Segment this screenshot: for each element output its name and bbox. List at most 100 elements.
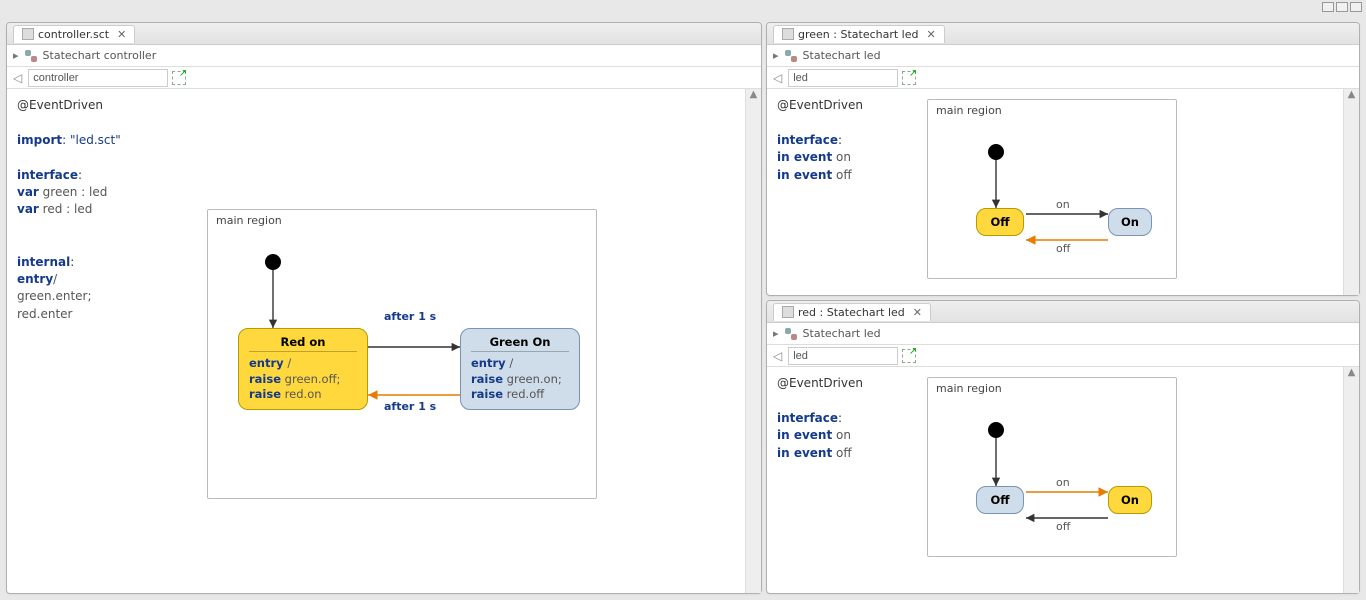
breadcrumb-arrow-icon: ▸ [773, 49, 779, 62]
state-on[interactable]: On [1108, 208, 1152, 236]
kw-interface: interface [17, 168, 78, 182]
entry-line2: red.enter [17, 306, 177, 323]
kw-import: import [17, 133, 62, 147]
state-off[interactable]: Off [976, 486, 1024, 514]
breadcrumb-arrow-icon: ▸ [773, 327, 779, 340]
state-off[interactable]: Off [976, 208, 1024, 236]
kw-in-event: in event [777, 428, 832, 442]
state-title: Off [989, 493, 1011, 507]
outline-filter-input[interactable] [28, 69, 168, 87]
breadcrumb-label: Statechart led [803, 327, 881, 340]
transition-on-label: on [1056, 198, 1070, 211]
arrows-overlay [928, 378, 1178, 558]
scroll-up-icon: ▲ [746, 89, 761, 100]
definition-panel[interactable]: @EventDriven interface: in event on in e… [767, 89, 917, 295]
editor-controller: controller.sct ✕ ▸ Statechart controller… [6, 22, 762, 594]
statechart-icon [25, 50, 37, 62]
annotation-eventdriven: @EventDriven [17, 97, 177, 114]
tabbar: red : Statechart led ✕ [767, 301, 1359, 323]
breadcrumb-label: Statechart controller [43, 49, 157, 62]
initial-node-icon [265, 254, 281, 270]
new-wizard-icon[interactable] [902, 349, 916, 363]
back-icon[interactable]: ◁ [771, 71, 784, 85]
kw-colon: : [78, 168, 82, 182]
tab-close-icon[interactable]: ✕ [913, 306, 922, 319]
state-on[interactable]: On [1108, 486, 1152, 514]
breadcrumb-label: Statechart led [803, 49, 881, 62]
transition-bottom-label: after 1 s [384, 400, 436, 413]
kw-in-event: in event [777, 168, 832, 182]
kw-entry: entry [17, 272, 53, 286]
tab-controller[interactable]: controller.sct ✕ [13, 25, 135, 43]
state-body: entry / raise green.on; raise red.off [471, 356, 569, 403]
definition-panel[interactable]: @EventDriven import: "led.sct" interface… [7, 89, 187, 593]
breadcrumb[interactable]: ▸ Statechart controller [7, 45, 761, 67]
state-body: entry / raise green.off; raise red.on [249, 356, 357, 403]
tab-red[interactable]: red : Statechart led ✕ [773, 303, 931, 321]
transition-off-label: off [1056, 520, 1070, 533]
breadcrumb[interactable]: ▸ Statechart led [767, 323, 1359, 345]
statechart-icon [785, 50, 797, 62]
annotation-eventdriven: @EventDriven [777, 97, 907, 114]
editor-content: @EventDriven interface: in event on in e… [767, 89, 1359, 295]
tabbar: green : Statechart led ✕ [767, 23, 1359, 45]
outline-toolbar: ◁ [7, 67, 761, 89]
tab-title: controller.sct [38, 28, 109, 41]
import-value: : "led.sct" [62, 133, 121, 147]
transition-top-label: after 1 s [384, 310, 436, 323]
tab-close-icon[interactable]: ✕ [117, 28, 126, 41]
definition-panel[interactable]: @EventDriven interface: in event on in e… [767, 367, 917, 593]
maximize-icon[interactable] [1336, 2, 1348, 12]
tab-close-icon[interactable]: ✕ [926, 28, 935, 41]
kw-in-event: in event [777, 446, 832, 460]
new-wizard-icon[interactable] [172, 71, 186, 85]
state-green-on[interactable]: Green On entry / raise green.on; raise r… [460, 328, 580, 410]
minimize-icon[interactable] [1322, 2, 1334, 12]
new-wizard-icon[interactable] [902, 71, 916, 85]
outline-toolbar: ◁ [767, 345, 1359, 367]
outline-filter-input[interactable] [788, 347, 898, 365]
vertical-scrollbar[interactable]: ▲ [1343, 89, 1359, 295]
diagram-canvas[interactable]: main region on off Off On [917, 367, 1343, 593]
document-icon [782, 28, 794, 40]
vertical-scrollbar[interactable]: ▲ [745, 89, 761, 593]
state-title: On [1121, 493, 1139, 507]
kw-interface: interface [777, 133, 838, 147]
statechart-icon [785, 328, 797, 340]
document-icon [782, 306, 794, 318]
diagram-canvas[interactable]: main region on off Off On [917, 89, 1343, 295]
outline-toolbar: ◁ [767, 67, 1359, 89]
state-red-on[interactable]: Red on entry / raise green.off; raise re… [238, 328, 368, 410]
tab-title: green : Statechart led [798, 28, 918, 41]
decl-red: red : led [39, 202, 93, 216]
state-title: Green On [471, 335, 569, 352]
window-controls [1322, 2, 1362, 12]
vertical-scrollbar[interactable]: ▲ [1343, 367, 1359, 593]
outline-filter-input[interactable] [788, 69, 898, 87]
kw-var: var [17, 202, 39, 216]
breadcrumb[interactable]: ▸ Statechart led [767, 45, 1359, 67]
diagram-canvas[interactable]: main region after 1 s after 1 s Red on [187, 89, 745, 593]
tab-green[interactable]: green : Statechart led ✕ [773, 25, 945, 43]
document-icon [22, 28, 34, 40]
annotation-eventdriven: @EventDriven [777, 375, 907, 392]
state-title: Off [989, 215, 1011, 229]
state-title: On [1121, 215, 1139, 229]
close-window-icon[interactable] [1350, 2, 1362, 12]
kw-in-event: in event [777, 150, 832, 164]
transition-on-label: on [1056, 476, 1070, 489]
region-main[interactable]: main region on off Off On [927, 377, 1177, 557]
state-title: Red on [249, 335, 357, 352]
region-main[interactable]: main region after 1 s after 1 s Red on [207, 209, 597, 499]
back-icon[interactable]: ◁ [771, 349, 784, 363]
tabbar: controller.sct ✕ [7, 23, 761, 45]
editor-green-led: green : Statechart led ✕ ▸ Statechart le… [766, 22, 1360, 296]
entry-slash: / [53, 272, 57, 286]
back-icon[interactable]: ◁ [11, 71, 24, 85]
kw-internal: internal [17, 255, 70, 269]
editor-content: @EventDriven interface: in event on in e… [767, 367, 1359, 593]
transition-off-label: off [1056, 242, 1070, 255]
editor-content: @EventDriven import: "led.sct" interface… [7, 89, 761, 593]
breadcrumb-arrow-icon: ▸ [13, 49, 19, 62]
region-main[interactable]: main region on off Off On [927, 99, 1177, 279]
